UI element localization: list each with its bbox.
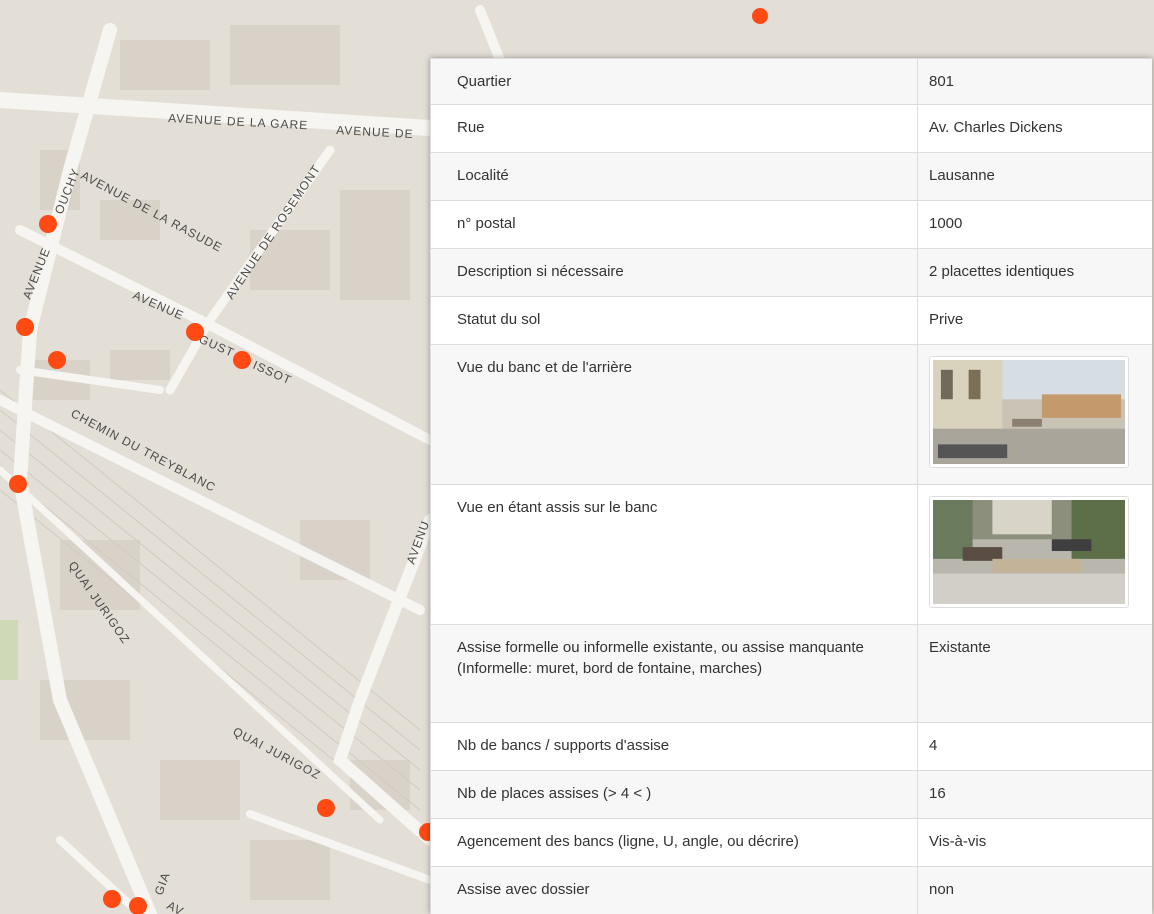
map-marker[interactable]	[103, 890, 121, 908]
row-label: Rue	[430, 104, 918, 153]
photo-image	[933, 360, 1125, 464]
row-label: Assise avec dossier	[430, 866, 918, 914]
table-row: n° postal 1000	[430, 200, 1152, 249]
table-row: Statut du sol Prive	[430, 296, 1152, 345]
table-row: Localité Lausanne	[430, 152, 1152, 201]
map-marker[interactable]	[39, 215, 57, 233]
bench-seated-view-photo[interactable]	[929, 496, 1129, 608]
photo-image	[933, 500, 1125, 604]
table-row: Rue Av. Charles Dickens	[430, 104, 1152, 153]
table-row: Nb de bancs / supports d'assise 4	[430, 722, 1152, 771]
row-value: 4	[917, 722, 1152, 771]
row-value: Av. Charles Dickens	[917, 104, 1152, 153]
map-marker[interactable]	[186, 323, 204, 341]
map-marker[interactable]	[752, 8, 768, 24]
row-value: Prive	[917, 296, 1152, 345]
row-value: 16	[917, 770, 1152, 819]
table-row: Agencement des bancs (ligne, U, angle, o…	[430, 818, 1152, 867]
table-row: Nb de places assises (> 4 < ) 16	[430, 770, 1152, 819]
row-label: Vue en étant assis sur le banc	[430, 484, 918, 625]
row-value: 2 placettes identiques	[917, 248, 1152, 297]
table-row: Assise formelle ou informelle existante,…	[430, 624, 1152, 723]
row-label: Localité	[430, 152, 918, 201]
map-marker[interactable]	[16, 318, 34, 336]
bench-back-photo[interactable]	[929, 356, 1129, 468]
table-row: Vue du banc et de l'arrière	[430, 344, 1152, 485]
table-row: Vue en étant assis sur le banc	[430, 484, 1152, 625]
row-value: 1000	[917, 200, 1152, 249]
row-label: Agencement des bancs (ligne, U, angle, o…	[430, 818, 918, 867]
row-value: 801	[917, 58, 1152, 105]
row-value: Lausanne	[917, 152, 1152, 201]
table-row: Quartier 801	[430, 58, 1152, 105]
map-marker[interactable]	[9, 475, 27, 493]
row-label: n° postal	[430, 200, 918, 249]
row-value: non	[917, 866, 1152, 914]
park-area	[0, 620, 18, 680]
row-label: Assise formelle ou informelle existante,…	[430, 624, 918, 723]
row-label: Nb de places assises (> 4 < )	[430, 770, 918, 819]
table-row: Assise avec dossier non	[430, 866, 1152, 914]
row-value-photo	[917, 344, 1152, 485]
table-row: Description si nécessaire 2 placettes id…	[430, 248, 1152, 297]
row-label: Description si nécessaire	[430, 248, 918, 297]
row-label: Nb de bancs / supports d'assise	[430, 722, 918, 771]
map-marker[interactable]	[317, 799, 335, 817]
bench-details-popup: Quartier 801 Rue Av. Charles Dickens Loc…	[430, 58, 1152, 914]
row-label: Quartier	[430, 58, 918, 105]
row-label: Statut du sol	[430, 296, 918, 345]
row-label: Vue du banc et de l'arrière	[430, 344, 918, 485]
row-value-photo	[917, 484, 1152, 625]
map-marker[interactable]	[233, 351, 251, 369]
details-table: Quartier 801 Rue Av. Charles Dickens Loc…	[430, 58, 1152, 914]
row-value: Vis-à-vis	[917, 818, 1152, 867]
row-value: Existante	[917, 624, 1152, 723]
map-marker[interactable]	[48, 351, 66, 369]
